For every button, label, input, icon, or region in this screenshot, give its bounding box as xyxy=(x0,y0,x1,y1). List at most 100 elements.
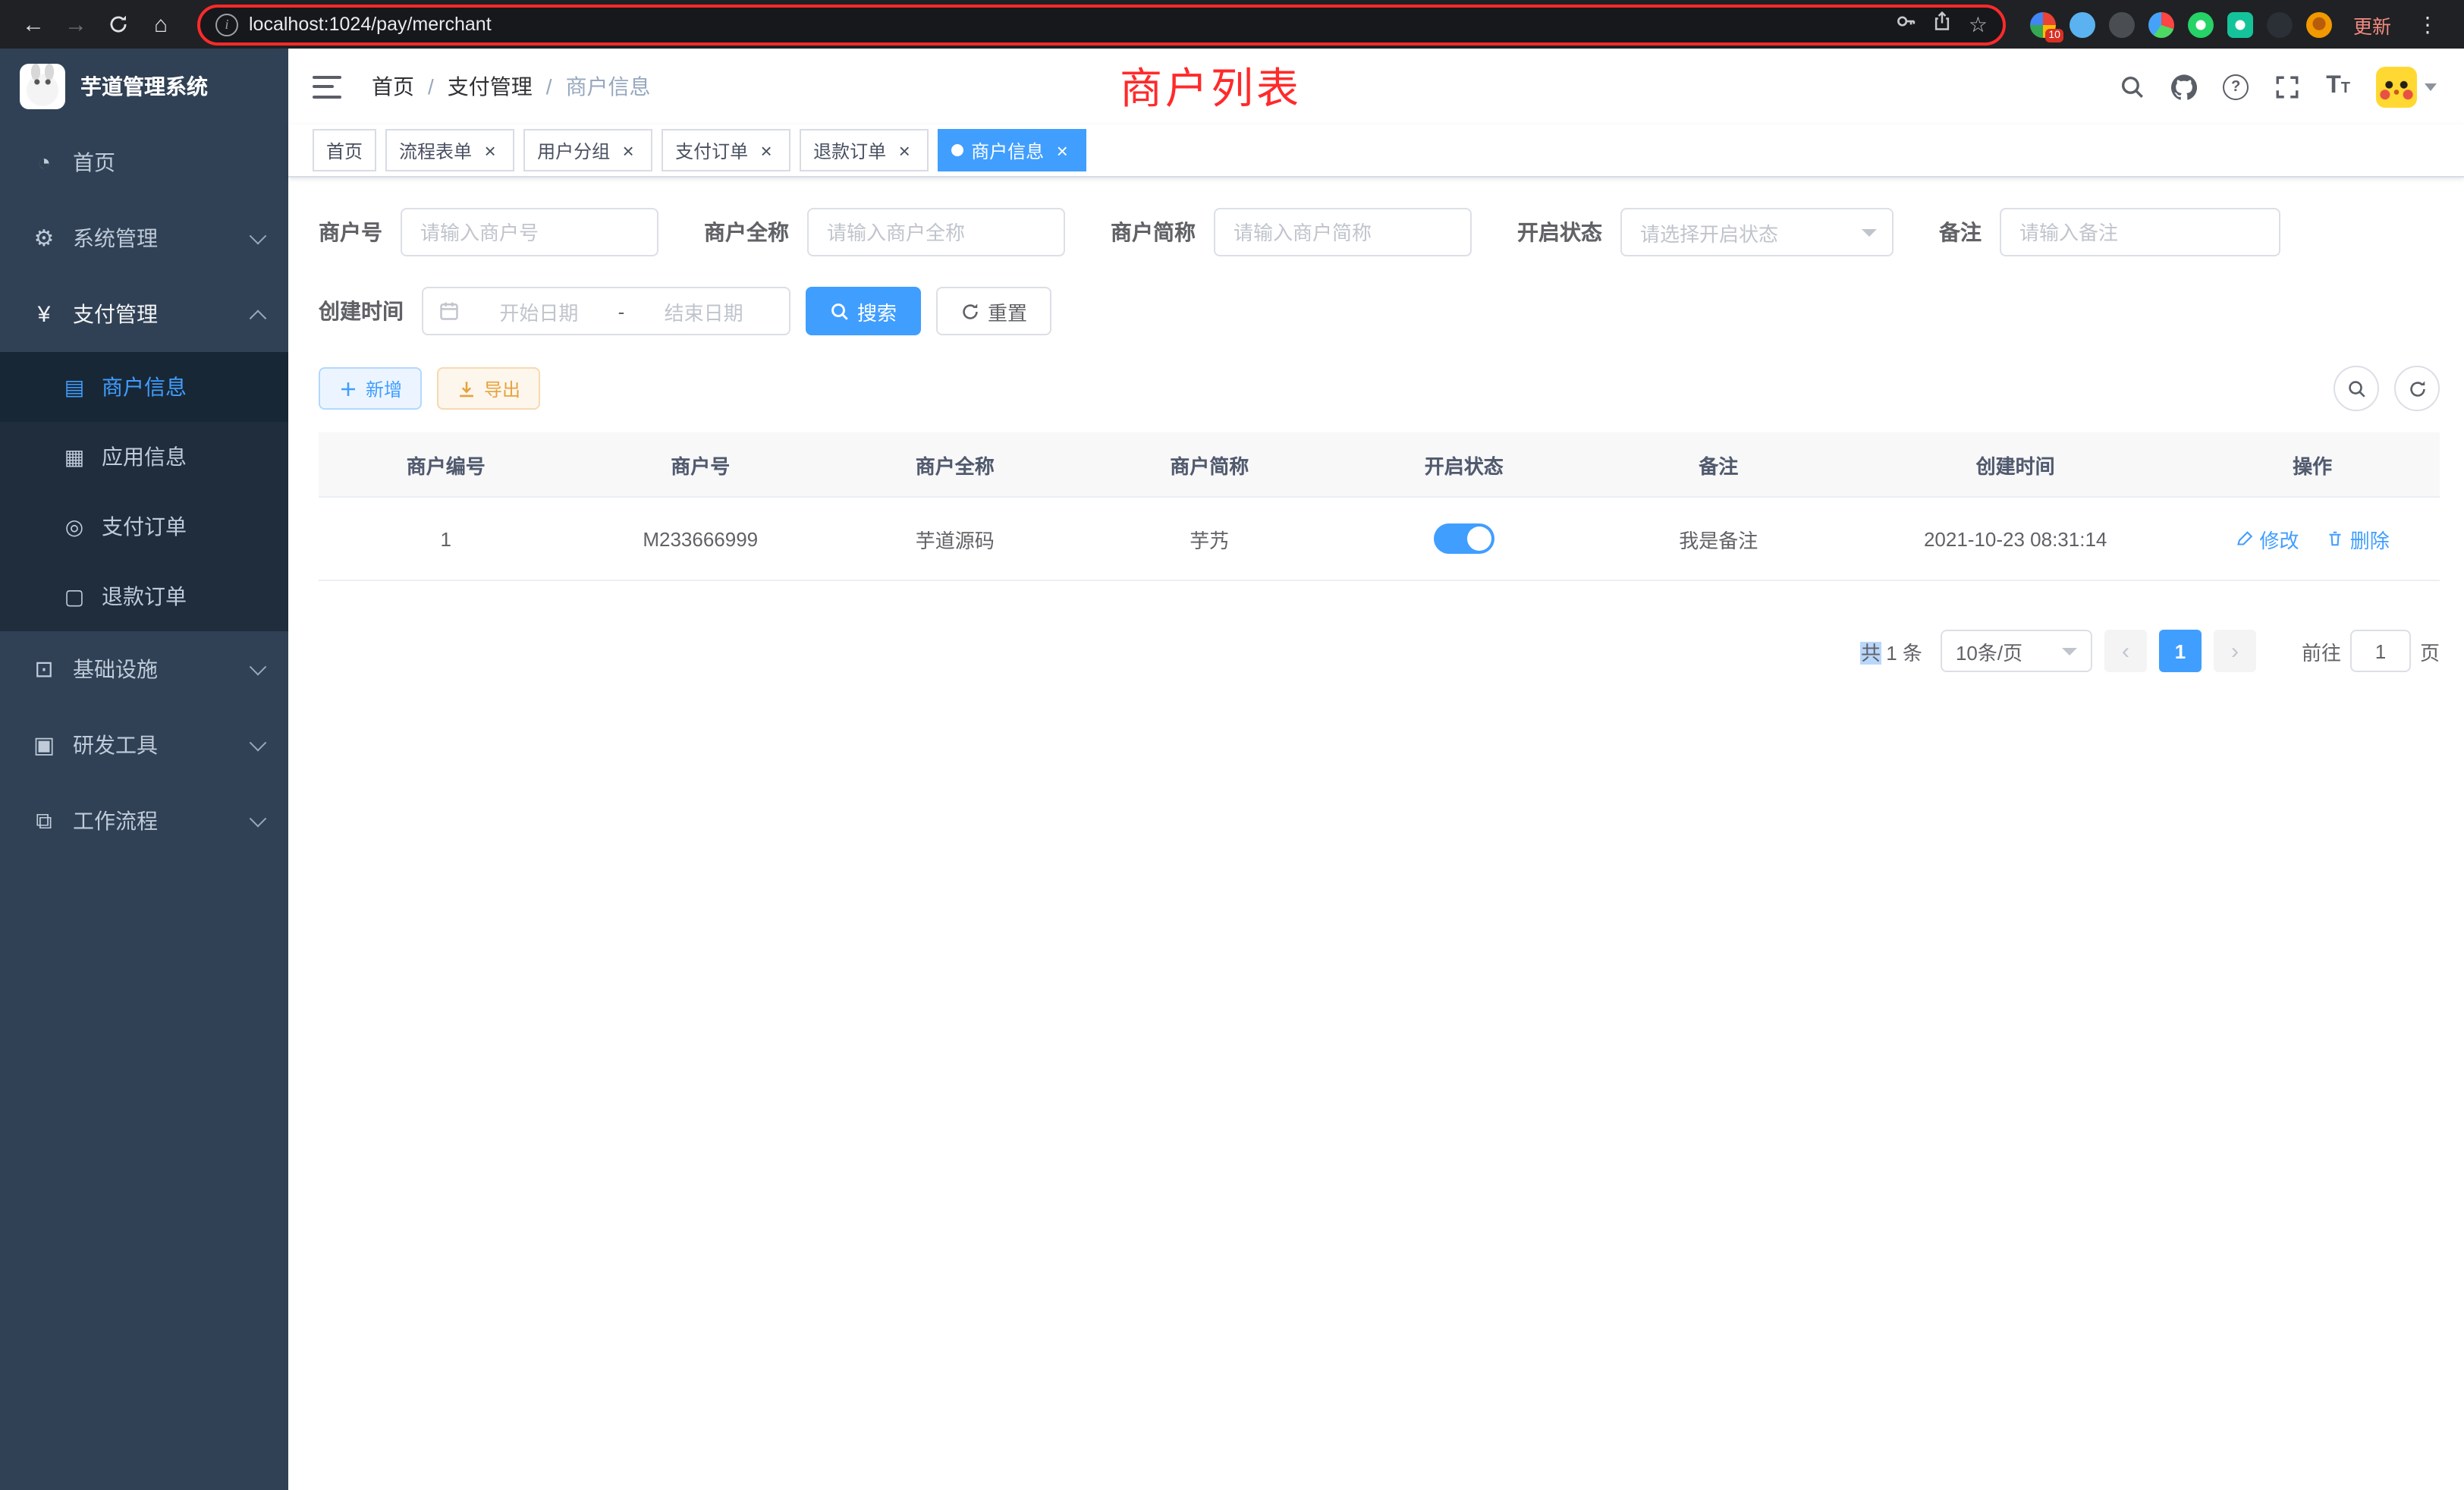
extension-icon-6[interactable] xyxy=(2227,11,2253,37)
extension-icon-2[interactable] xyxy=(2070,11,2095,37)
add-button[interactable]: 新增 xyxy=(319,367,422,410)
tab-refund-order[interactable]: 退款订单 × xyxy=(800,129,929,171)
sidebar-item-label: 商户信息 xyxy=(102,372,187,402)
sidebar-item-home[interactable]: ◔ 首页 xyxy=(0,124,288,200)
refresh-table-icon[interactable] xyxy=(2394,366,2440,411)
tab-home[interactable]: 首页 xyxy=(313,129,376,171)
sidebar-item-label: 基础设施 xyxy=(73,654,235,684)
field-merchant-full-name: 商户全称 xyxy=(704,208,1065,256)
user-menu[interactable] xyxy=(2376,66,2437,107)
date-range-picker[interactable]: 开始日期 - 结束日期 xyxy=(422,287,790,335)
date-separator: - xyxy=(618,300,625,322)
status-select[interactable]: 请选择开启状态 xyxy=(1620,208,1894,256)
sidebar-item-infra[interactable]: ⊡ 基础设施 xyxy=(0,631,288,707)
fullscreen-icon[interactable] xyxy=(2274,74,2300,99)
col-remark: 备注 xyxy=(1592,432,1846,497)
goto-page-input[interactable] xyxy=(2350,630,2411,672)
sidebar-item-devtools[interactable]: ▣ 研发工具 xyxy=(0,707,288,783)
close-icon[interactable]: × xyxy=(618,140,639,161)
extension-icon-7[interactable] xyxy=(2267,11,2293,37)
next-page-icon[interactable]: › xyxy=(2214,630,2256,672)
github-icon[interactable] xyxy=(2171,74,2197,99)
font-size-icon[interactable]: TT xyxy=(2326,74,2350,99)
merchant-full-name-input[interactable] xyxy=(807,208,1065,256)
field-status: 开启状态 请选择开启状态 xyxy=(1517,208,1894,256)
chevron-down-icon xyxy=(250,228,267,245)
address-bar[interactable]: i localhost:1024/pay/merchant ☆ xyxy=(197,4,2006,45)
extension-icon-5[interactable] xyxy=(2188,11,2214,37)
breadcrumb: 首页 / 支付管理 / 商户信息 xyxy=(372,71,651,102)
tab-label: 流程表单 xyxy=(399,137,472,163)
sidebar-item-refund-order[interactable]: ▢ 退款订单 xyxy=(0,561,288,631)
breadcrumb-item[interactable]: 首页 xyxy=(372,71,414,102)
close-icon[interactable]: × xyxy=(756,140,777,161)
extension-icon-3[interactable] xyxy=(2109,11,2135,37)
breadcrumb-item[interactable]: 支付管理 xyxy=(448,71,533,102)
sidebar-item-merchant-info[interactable]: ▤ 商户信息 xyxy=(0,352,288,422)
sidebar-item-app-info[interactable]: ▦ 应用信息 xyxy=(0,422,288,492)
close-icon[interactable]: × xyxy=(1051,140,1073,161)
cell-create-time: 2021-10-23 08:31:14 xyxy=(1846,497,2185,580)
tab-merchant-info[interactable]: 商户信息 × xyxy=(938,129,1086,171)
delete-link[interactable]: 删除 xyxy=(2326,524,2390,553)
sidebar-item-label: 支付订单 xyxy=(102,511,187,542)
sidebar-item-workflow[interactable]: ⧉ 工作流程 xyxy=(0,783,288,859)
prev-page-icon[interactable]: ‹ xyxy=(2104,630,2147,672)
app-logo[interactable]: 芋道管理系统 xyxy=(0,49,288,124)
page-size-select[interactable]: 10条/页 xyxy=(1941,630,2092,672)
table-tools xyxy=(2334,366,2440,411)
refresh-icon xyxy=(960,301,980,321)
sidebar-item-system[interactable]: ⚙ 系统管理 xyxy=(0,200,288,276)
col-status: 开启状态 xyxy=(1337,432,1592,497)
sidebar-item-label: 退款订单 xyxy=(102,581,187,611)
forward-icon[interactable]: → xyxy=(58,6,94,42)
extension-badge: 10 xyxy=(2045,28,2063,42)
tab-process-form[interactable]: 流程表单 × xyxy=(385,129,514,171)
sidebar-item-payment[interactable]: ¥ 支付管理 xyxy=(0,276,288,352)
edit-link[interactable]: 修改 xyxy=(2236,524,2299,553)
toggle-search-icon[interactable] xyxy=(2334,366,2379,411)
reload-icon[interactable] xyxy=(100,6,137,42)
search-icon[interactable] xyxy=(2120,74,2145,99)
bookmark-star-icon[interactable]: ☆ xyxy=(1969,14,1988,35)
cell-merchant-no: M233666999 xyxy=(574,497,828,580)
browser-update-button[interactable]: 更新 xyxy=(2353,10,2391,39)
page-number-1[interactable]: 1 xyxy=(2159,630,2202,672)
remark-input[interactable] xyxy=(2000,208,2280,256)
chevron-up-icon xyxy=(250,310,267,327)
main-area: 首页 / 支付管理 / 商户信息 商户列表 ? xyxy=(288,49,2464,1490)
share-icon[interactable] xyxy=(1932,10,1953,39)
merchant-no-input[interactable] xyxy=(401,208,658,256)
page-content: 商户号 商户全称 商户简称 开启状态 请选择开启状态 xyxy=(288,178,2464,1490)
hamburger-icon[interactable] xyxy=(313,75,341,98)
extension-icon-4[interactable] xyxy=(2148,11,2174,37)
home-icon[interactable]: ⌂ xyxy=(143,6,179,42)
close-icon[interactable]: × xyxy=(479,140,501,161)
page-size-value: 10条/页 xyxy=(1956,637,2022,665)
site-info-icon[interactable]: i xyxy=(215,13,238,36)
cell-short-name: 芋艿 xyxy=(1083,497,1337,580)
extension-icon-1[interactable]: 10 xyxy=(2030,11,2056,37)
help-icon[interactable]: ? xyxy=(2223,74,2249,99)
search-button[interactable]: 搜索 xyxy=(806,287,921,335)
tab-pay-order[interactable]: 支付订单 × xyxy=(662,129,790,171)
sidebar-item-pay-order[interactable]: ◎ 支付订单 xyxy=(0,492,288,561)
profile-avatar-icon[interactable] xyxy=(2306,11,2332,37)
search-form-row-2: 创建时间 开始日期 - 结束日期 搜索 重置 xyxy=(319,287,2440,335)
reset-button[interactable]: 重置 xyxy=(936,287,1051,335)
chevron-down-icon xyxy=(250,734,267,752)
status-toggle[interactable] xyxy=(1434,523,1494,554)
col-short-name: 商户简称 xyxy=(1083,432,1337,497)
password-key-icon[interactable] xyxy=(1896,10,1917,39)
back-icon[interactable]: ← xyxy=(15,6,52,42)
tab-user-group[interactable]: 用户分组 × xyxy=(523,129,652,171)
merchant-short-name-input[interactable] xyxy=(1214,208,1472,256)
close-icon[interactable]: × xyxy=(894,140,915,161)
goto-page: 前往 页 xyxy=(2302,630,2440,672)
caret-down-icon xyxy=(1862,228,1877,236)
browser-menu-icon[interactable]: ⋮ xyxy=(2412,11,2443,37)
date-start-placeholder: 开始日期 xyxy=(469,297,609,325)
download-icon xyxy=(457,379,476,398)
export-button[interactable]: 导出 xyxy=(437,367,540,410)
sidebar: 芋道管理系统 ◔ 首页 ⚙ 系统管理 ¥ 支付管理 ▤ 商户信息 xyxy=(0,49,288,1490)
